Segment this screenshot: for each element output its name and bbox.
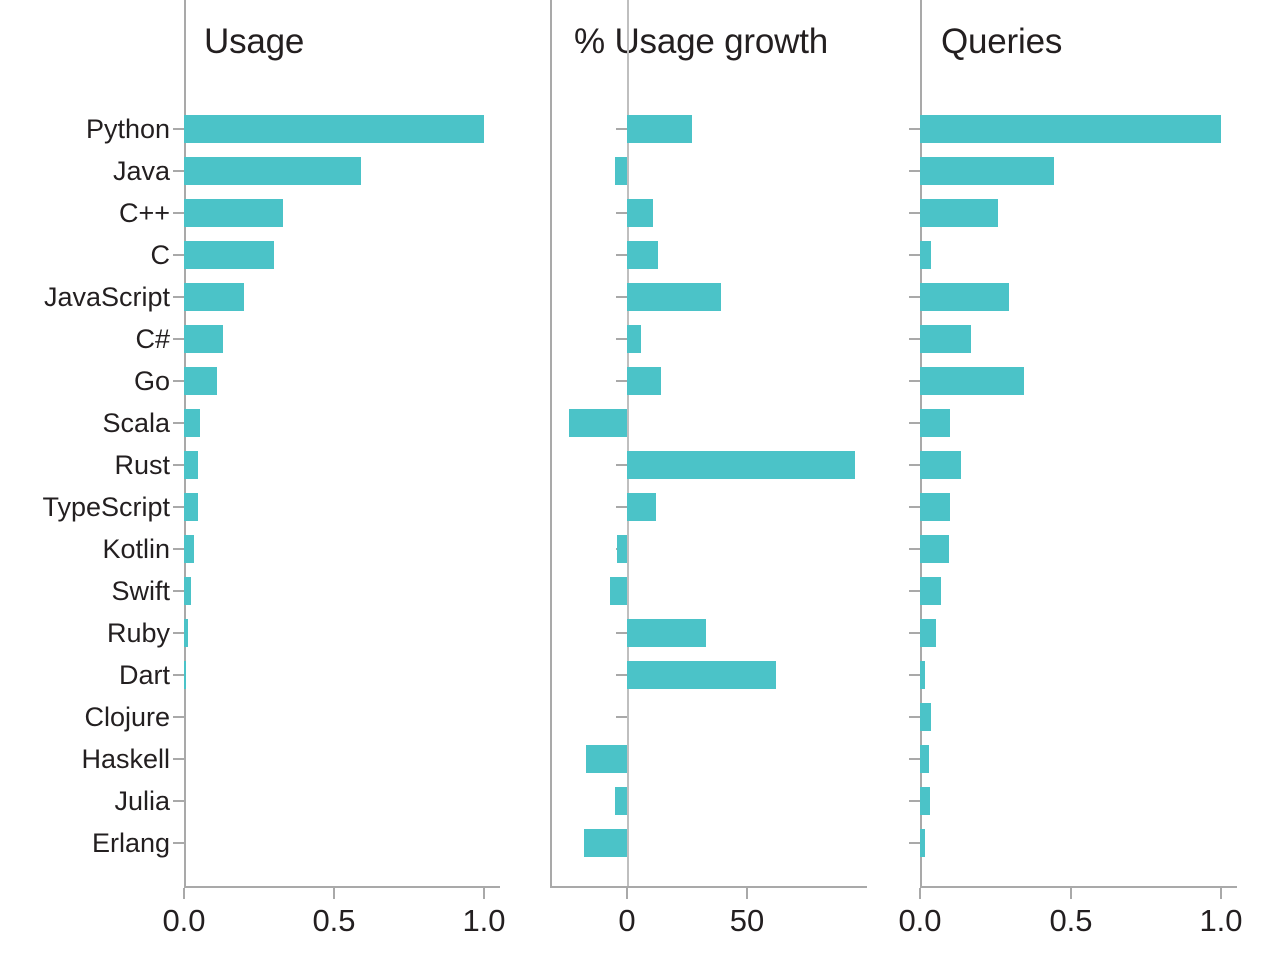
bar-row: [0, 780, 1280, 822]
bar-row: [0, 654, 1280, 696]
x-tick-label-queries-2: 1.0: [1199, 903, 1243, 938]
bar-queries-python: [920, 115, 1221, 143]
x-tick-queries-2: [1220, 888, 1222, 899]
bar-queries-java: [920, 157, 1054, 185]
bar-row: [0, 192, 1280, 234]
bar-queries-c-: [920, 199, 999, 227]
x-tick-queries-0: [919, 888, 921, 899]
bar-row: [0, 444, 1280, 486]
bar-row: [0, 318, 1280, 360]
panel-queries: Queries 0.0 0.5 1.0: [0, 0, 1280, 960]
multi-panel-bar-chart-figure: Python Java C++ C JavaScript C# Go Scala Rust Typ…: [0, 0, 1280, 960]
x-tick-label-queries-1: 0.5: [1049, 903, 1093, 938]
bar-row: [0, 276, 1280, 318]
bar-row: [0, 108, 1280, 150]
bar-queries-kotlin: [920, 535, 950, 563]
bar-row: [0, 612, 1280, 654]
bar-queries-go: [920, 367, 1024, 395]
bar-row: [0, 696, 1280, 738]
bar-queries-rust: [920, 451, 961, 479]
bar-queries-erlang: [920, 829, 925, 857]
bar-row: [0, 738, 1280, 780]
bar-row: [0, 486, 1280, 528]
bar-row: [0, 234, 1280, 276]
bar-queries-typescript: [920, 493, 951, 521]
bar-queries-javascript: [920, 283, 1009, 311]
bar-queries-dart: [920, 661, 926, 689]
bar-queries-ruby: [920, 619, 936, 647]
bar-queries-c: [920, 241, 932, 269]
bar-row: [0, 360, 1280, 402]
bar-queries-julia: [920, 787, 930, 815]
bar-queries-c-: [920, 325, 972, 353]
bar-row: [0, 528, 1280, 570]
plot-area-queries: [0, 0, 1280, 960]
bar-row: [0, 402, 1280, 444]
bar-row: [0, 822, 1280, 864]
x-tick-queries-1: [1070, 888, 1072, 899]
bar-queries-clojure: [920, 703, 931, 731]
bar-row: [0, 150, 1280, 192]
bar-queries-swift: [920, 577, 942, 605]
bar-queries-scala: [920, 409, 951, 437]
bar-row: [0, 570, 1280, 612]
bar-queries-haskell: [920, 745, 930, 773]
x-tick-label-queries-0: 0.0: [898, 903, 942, 938]
